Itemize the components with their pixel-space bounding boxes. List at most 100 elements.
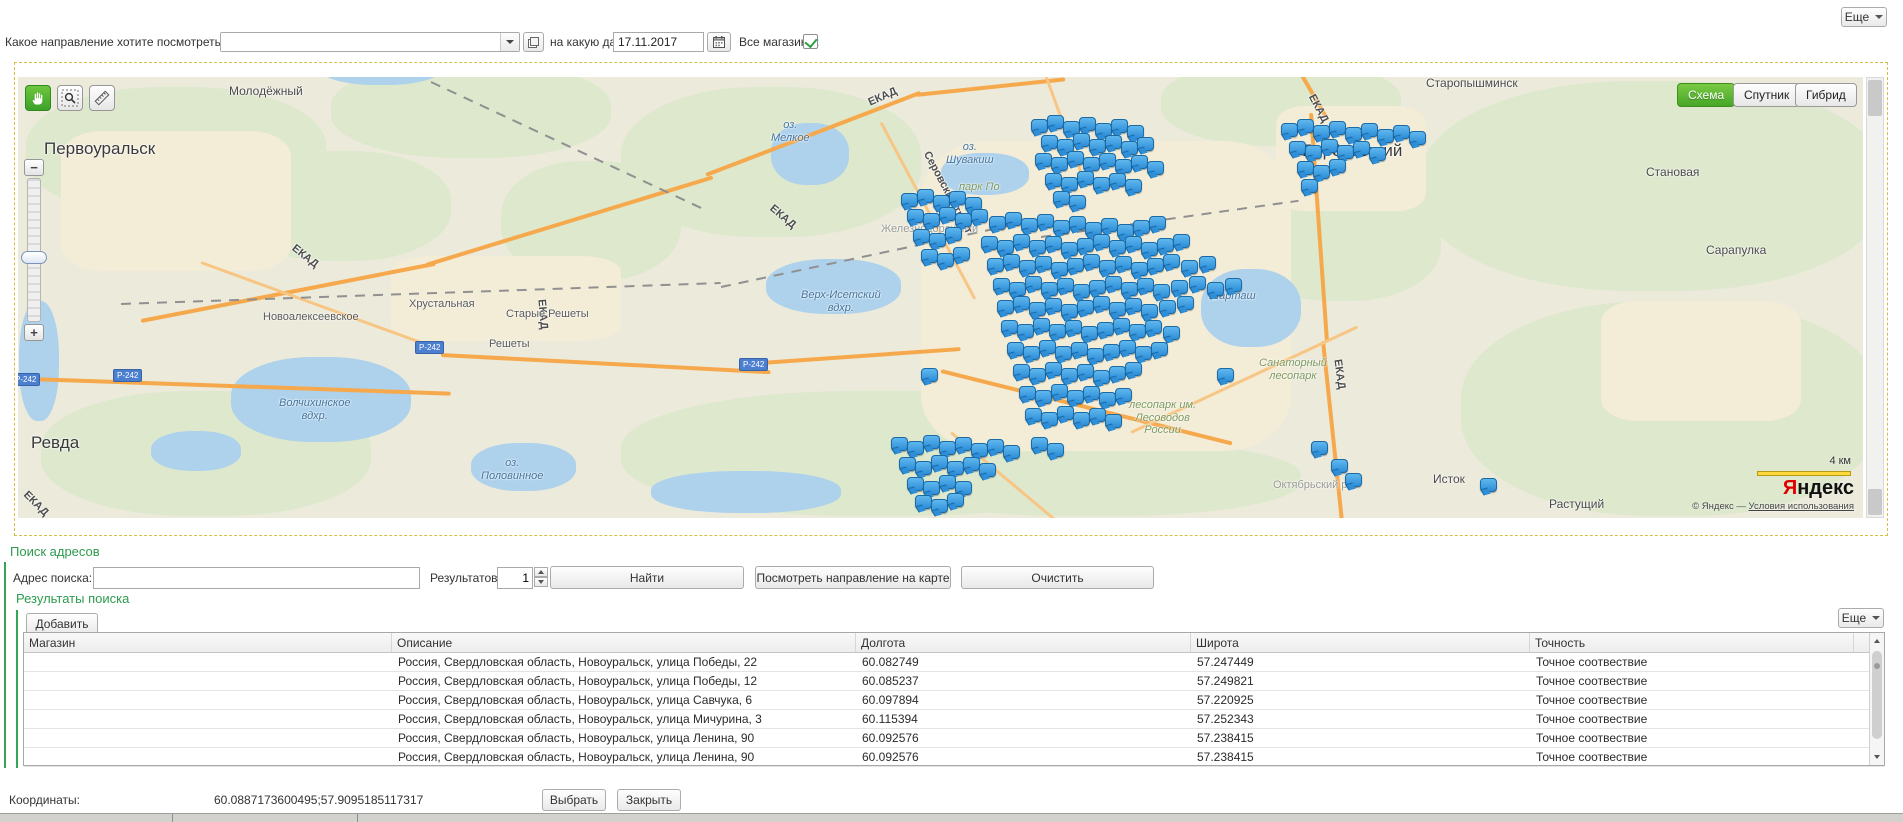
map-marker[interactable] (1017, 324, 1034, 338)
map-marker[interactable] (949, 191, 966, 205)
spinner-down-button[interactable] (534, 577, 548, 587)
map-marker[interactable] (1409, 131, 1426, 145)
map-marker[interactable] (1069, 216, 1086, 230)
map-marker[interactable] (1297, 161, 1314, 175)
map-marker[interactable] (1029, 302, 1046, 316)
date-calendar-button[interactable] (707, 32, 731, 52)
map-marker[interactable] (937, 253, 954, 267)
map-marker[interactable] (931, 499, 948, 513)
map-marker[interactable] (1145, 320, 1162, 334)
zoom-slider-track[interactable] (27, 178, 41, 322)
terms-of-use-link[interactable]: Условия использования (1749, 501, 1854, 512)
map-marker[interactable] (1019, 386, 1036, 400)
address-search-input[interactable] (93, 567, 420, 589)
map-marker[interactable] (907, 441, 924, 455)
map-marker[interactable] (955, 213, 972, 227)
map-marker[interactable] (955, 437, 972, 451)
map-marker[interactable] (1171, 280, 1188, 294)
map-marker[interactable] (971, 209, 988, 223)
map-marker[interactable] (1313, 125, 1330, 139)
map-marker[interactable] (1051, 157, 1068, 171)
map-scrollbar-bottom[interactable] (1868, 489, 1882, 515)
map-marker[interactable] (1329, 121, 1346, 135)
map-type-button-гибрид[interactable]: Гибрид (1795, 83, 1857, 107)
map-marker[interactable] (1061, 177, 1078, 191)
map-marker[interactable] (1041, 135, 1058, 149)
map-marker[interactable] (907, 477, 924, 491)
map-marker[interactable] (929, 233, 946, 247)
map-marker[interactable] (915, 461, 932, 475)
map-marker[interactable] (1331, 459, 1348, 473)
map-marker[interactable] (931, 455, 948, 469)
map-marker[interactable] (1065, 320, 1082, 334)
map-marker[interactable] (1111, 119, 1128, 133)
map-marker[interactable] (891, 437, 908, 451)
map-marker[interactable] (1181, 260, 1198, 274)
scroll-up-button[interactable] (1870, 634, 1884, 648)
table-scrollbar-thumb[interactable] (1872, 651, 1882, 739)
map-marker[interactable] (1345, 127, 1362, 141)
map-scrollbar[interactable] (1866, 77, 1884, 518)
map-marker[interactable] (1003, 254, 1020, 268)
map-marker[interactable] (913, 229, 930, 243)
map-marker[interactable] (1153, 284, 1170, 298)
map-marker[interactable] (1141, 242, 1158, 256)
column-header-description[interactable]: Описание (392, 633, 856, 652)
map-marker[interactable] (1480, 478, 1497, 492)
map-marker[interactable] (1045, 362, 1062, 376)
map-marker[interactable] (1045, 173, 1062, 187)
map-marker[interactable] (1051, 384, 1068, 398)
map-marker[interactable] (1131, 155, 1148, 169)
map-marker[interactable] (1069, 195, 1086, 209)
map-marker[interactable] (1297, 119, 1314, 133)
map-marker[interactable] (1225, 278, 1242, 292)
map-marker[interactable] (1105, 414, 1122, 428)
map-marker[interactable] (979, 463, 996, 477)
map-marker[interactable] (1115, 159, 1132, 173)
zoom-in-button[interactable]: + (24, 324, 44, 341)
map-marker[interactable] (1099, 260, 1116, 274)
map-marker[interactable] (1003, 445, 1020, 459)
map-marker[interactable] (1099, 392, 1116, 406)
map-marker[interactable] (1109, 173, 1126, 187)
map-marker[interactable] (1071, 342, 1088, 356)
map-marker[interactable] (981, 236, 998, 250)
table-row[interactable]: Россия, Свердловская область, Новоуральс… (24, 748, 1884, 767)
map-marker[interactable] (1061, 304, 1078, 318)
map-marker[interactable] (1305, 145, 1322, 159)
map-marker[interactable] (1097, 322, 1114, 336)
map-marker[interactable] (997, 240, 1014, 254)
table-row[interactable]: Россия, Свердловская область, Новоуральс… (24, 710, 1884, 729)
map-marker[interactable] (1321, 139, 1338, 153)
map-marker[interactable] (1313, 165, 1330, 179)
map-marker[interactable] (923, 481, 940, 495)
map-marker[interactable] (1019, 260, 1036, 274)
map-marker[interactable] (1113, 318, 1130, 332)
show-direction-button[interactable]: Посмотреть направление на карте (755, 566, 951, 589)
table-scrollbar[interactable] (1869, 633, 1884, 765)
map-canvas[interactable]: − + 4 км Яндекс © Яндекс — Условия испол… (18, 77, 1863, 518)
map-marker[interactable] (1337, 145, 1354, 159)
map-marker[interactable] (963, 457, 980, 471)
map-marker[interactable] (1163, 254, 1180, 268)
map-marker[interactable] (1047, 443, 1064, 457)
map-marker[interactable] (1109, 240, 1126, 254)
map-marker[interactable] (1035, 153, 1052, 167)
clear-button[interactable]: Очистить (961, 566, 1154, 589)
close-button[interactable]: Закрыть (617, 789, 681, 811)
map-marker[interactable] (993, 278, 1010, 292)
direction-choose-button[interactable] (523, 32, 544, 52)
map-type-button-спутник[interactable]: Спутник (1733, 83, 1800, 107)
map-marker[interactable] (1049, 324, 1066, 338)
map-marker[interactable] (1109, 302, 1126, 316)
map-marker[interactable] (1089, 408, 1106, 422)
map-marker[interactable] (1173, 234, 1190, 248)
map-marker[interactable] (1077, 238, 1094, 252)
map-marker[interactable] (1067, 151, 1084, 165)
direction-dropdown-button[interactable] (500, 33, 519, 51)
map-marker[interactable] (1045, 298, 1062, 312)
map-marker[interactable] (1077, 300, 1094, 314)
map-marker[interactable] (1031, 119, 1048, 133)
map-marker[interactable] (953, 247, 970, 261)
map-marker[interactable] (1163, 326, 1180, 340)
